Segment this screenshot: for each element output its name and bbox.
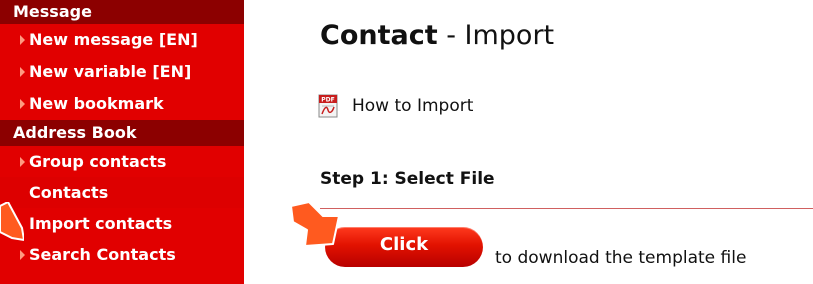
sidebar-item-label: Contacts <box>29 183 109 202</box>
triangle-right-icon <box>20 67 25 77</box>
sidebar-item-label: New message [EN] <box>29 30 198 49</box>
sidebar-item-contacts[interactable]: Contacts <box>0 177 244 208</box>
page: Message New message [EN] New variable [E… <box>0 0 813 284</box>
page-title-strong: Contact <box>320 20 438 51</box>
pdf-file-icon: PDF <box>318 94 338 118</box>
section-header-message: Message <box>0 0 244 24</box>
sidebar-item-label: Import contacts <box>29 214 173 233</box>
svg-text:PDF: PDF <box>321 97 334 104</box>
step-divider <box>320 208 813 209</box>
how-to-import-link[interactable]: PDF How to Import <box>318 90 473 122</box>
sidebar-item-new-message[interactable]: New message [EN] <box>0 24 244 56</box>
sidebar-item-group-contacts[interactable]: Group contacts <box>0 146 244 177</box>
sidebar: Message New message [EN] New variable [E… <box>0 0 244 284</box>
sidebar-item-label: New variable [EN] <box>29 62 192 81</box>
triangle-right-icon <box>20 249 25 260</box>
orange-pointer-arrow-icon <box>290 202 340 247</box>
sidebar-item-import-contacts[interactable]: Import contacts <box>0 208 244 239</box>
sidebar-item-search-contacts[interactable]: Search Contacts <box>0 239 244 270</box>
how-to-import-label: How to Import <box>352 96 474 116</box>
download-template-button[interactable]: Click <box>325 227 483 267</box>
orange-pointer-arrow-icon <box>0 202 24 242</box>
download-template-text: to download the template file <box>495 248 747 268</box>
section-header-address-book: Address Book <box>0 120 244 146</box>
sidebar-item-label: Group contacts <box>29 152 167 171</box>
page-title-rest: - Import <box>437 20 555 51</box>
triangle-right-icon <box>20 99 25 109</box>
triangle-right-icon <box>20 35 25 45</box>
sidebar-item-label: Search Contacts <box>29 245 176 264</box>
main-content: Contact - Import PDF How to Import Step … <box>291 0 813 284</box>
triangle-right-icon <box>20 156 25 167</box>
sidebar-item-new-bookmark[interactable]: New bookmark <box>0 88 244 120</box>
sidebar-item-new-variable[interactable]: New variable [EN] <box>0 56 244 88</box>
step-1-title: Step 1: Select File <box>320 169 495 189</box>
sidebar-item-label: New bookmark <box>29 94 164 113</box>
page-title: Contact - Import <box>320 20 554 51</box>
